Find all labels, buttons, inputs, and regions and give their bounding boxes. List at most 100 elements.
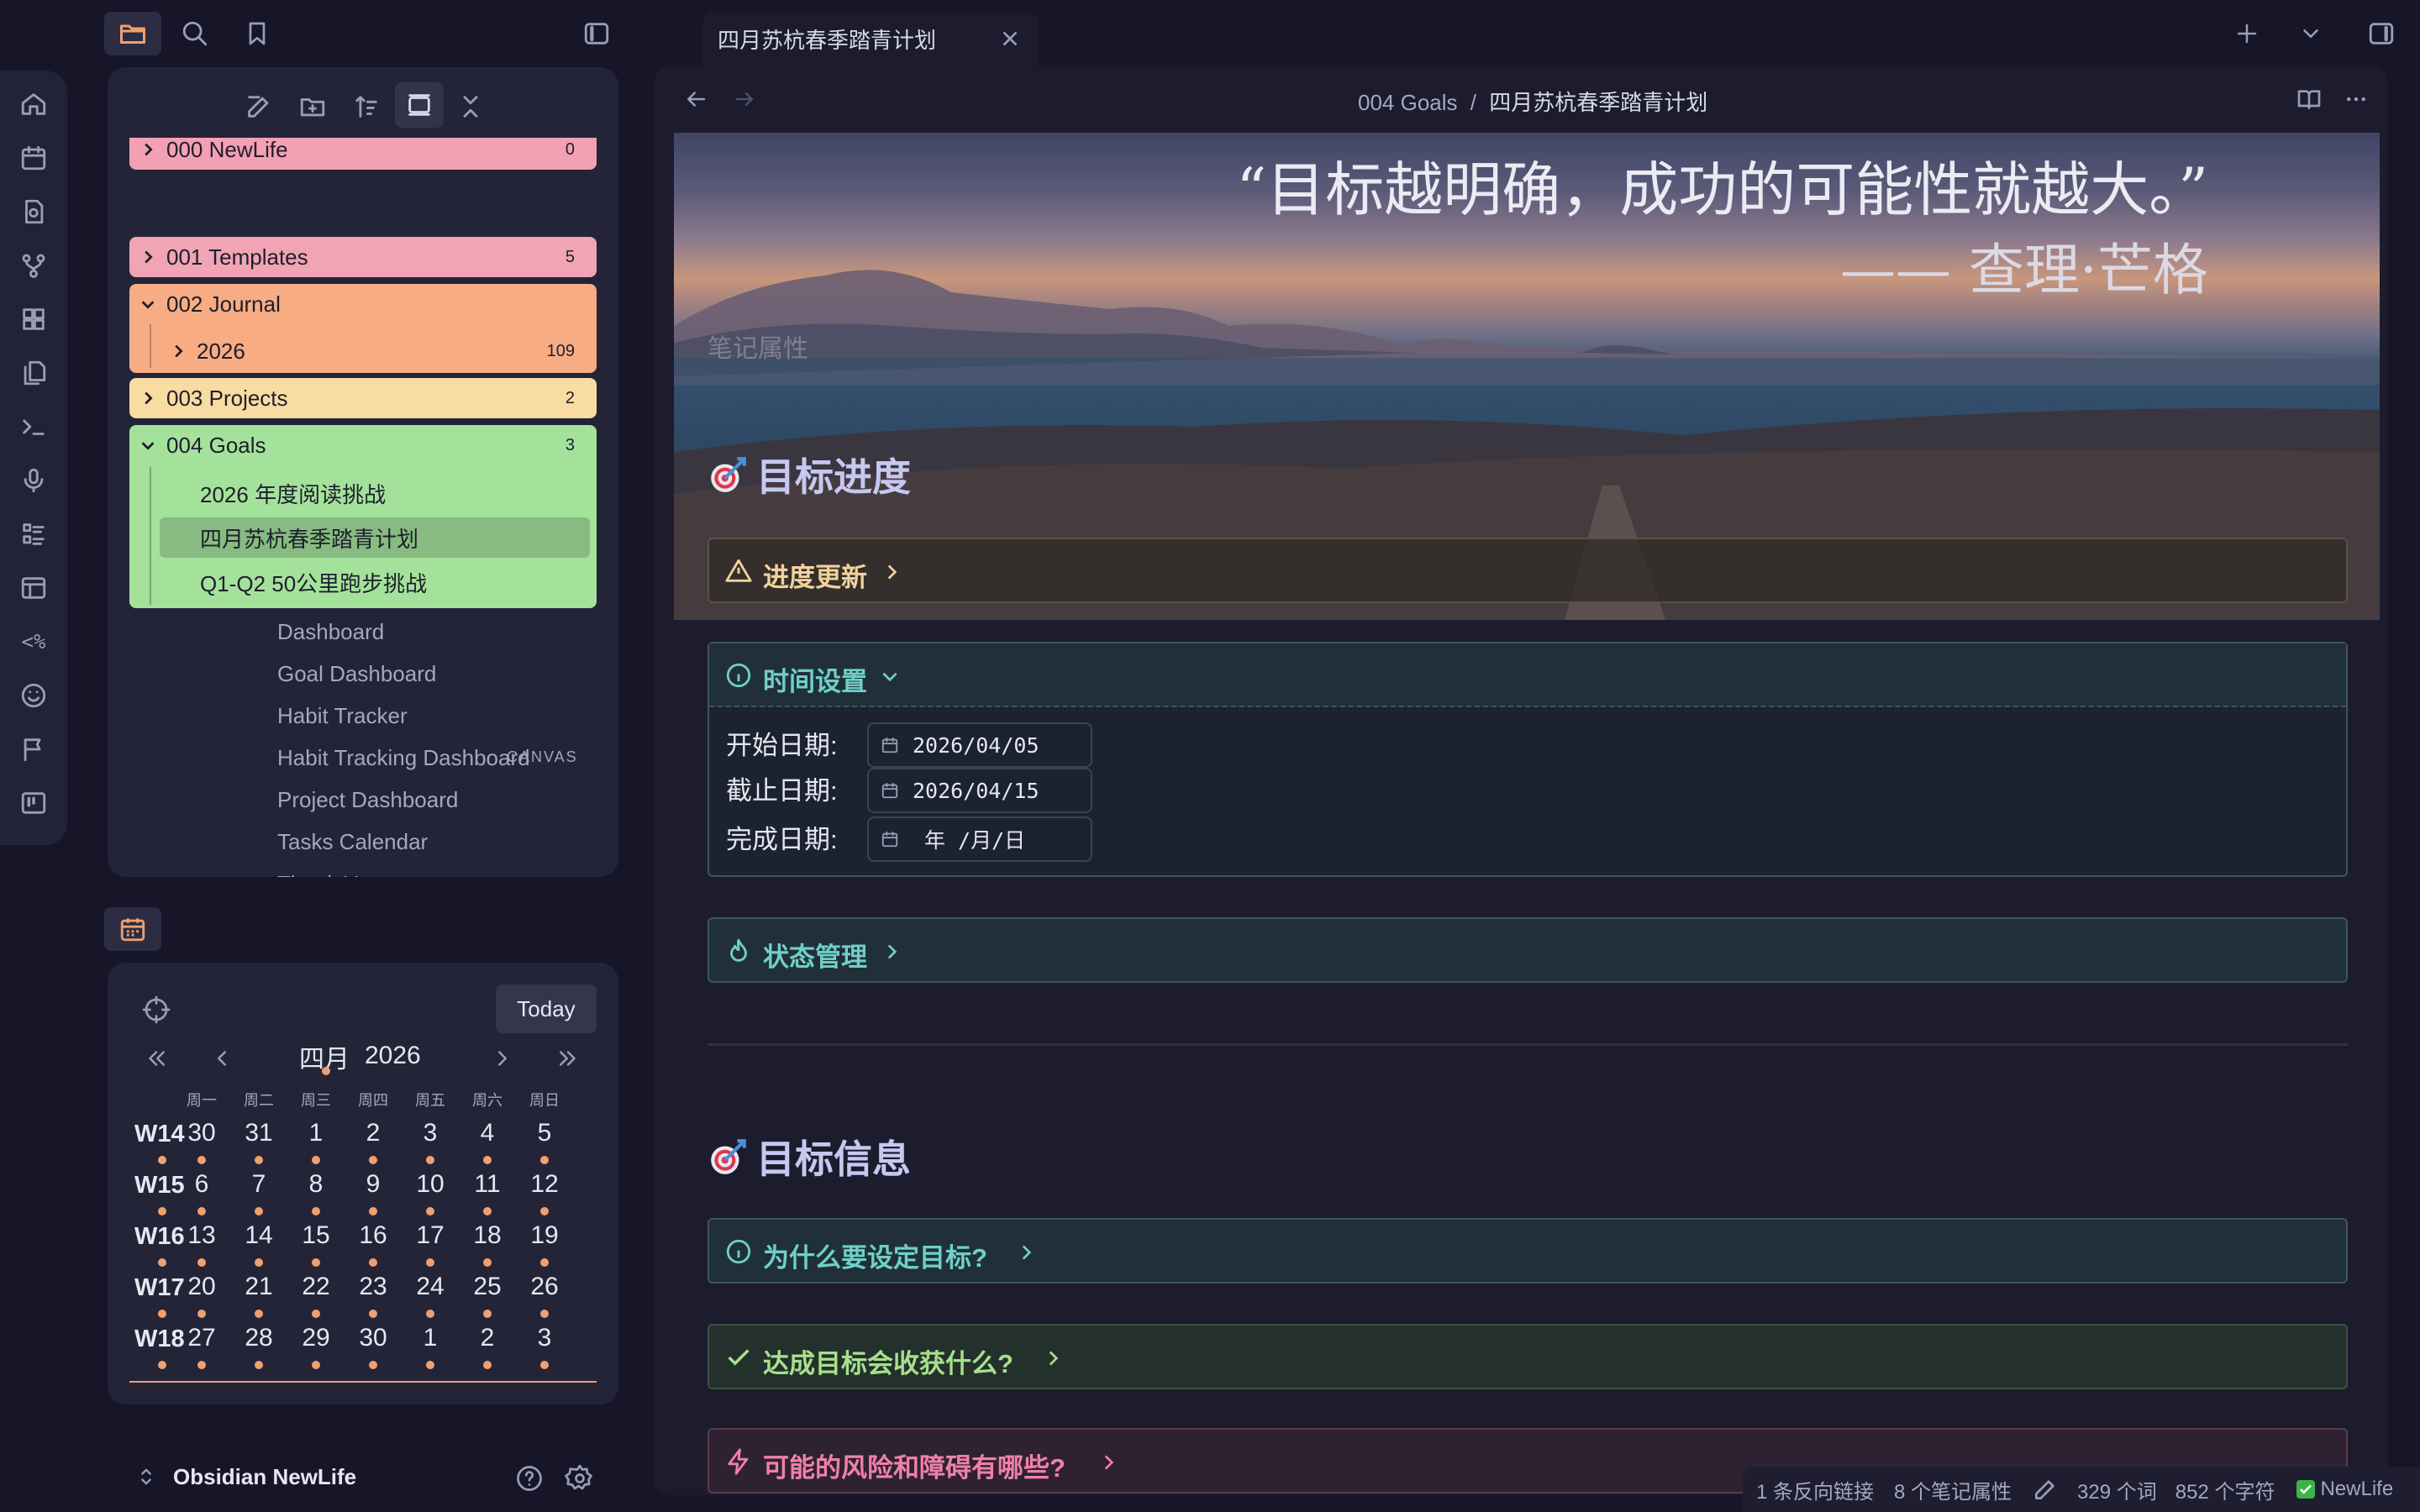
start-date-input[interactable]: 2026/04/05 xyxy=(867,722,1092,768)
callout-gain[interactable]: 达成目标会收获什么? xyxy=(708,1324,2348,1389)
sort-button[interactable] xyxy=(345,86,388,128)
calendar-day[interactable]: 25 xyxy=(462,1273,513,1301)
deadline-date-input[interactable]: 2026/04/15 xyxy=(867,768,1092,813)
file-thank-you[interactable]: Thank You xyxy=(277,863,381,878)
ribbon-layout-button[interactable] xyxy=(17,571,50,605)
toggle-right-sidebar-button[interactable] xyxy=(2363,17,2400,50)
calendar-day[interactable]: 5 xyxy=(519,1119,570,1147)
calendar-view-button[interactable] xyxy=(104,907,161,951)
nav-forward-button[interactable] xyxy=(728,82,761,116)
calendar-day[interactable]: 30 xyxy=(348,1324,398,1352)
calendar-day[interactable]: 9 xyxy=(348,1170,398,1199)
folder-000-newlife[interactable]: 000 NewLife 0 xyxy=(129,138,597,170)
ribbon-terminal-button[interactable] xyxy=(17,410,50,444)
file-habit-tracking-dashboard[interactable]: Habit Tracking Dashboard xyxy=(277,737,530,779)
vault-switcher[interactable]: Obsidian NewLife xyxy=(134,1460,356,1494)
ribbon-emoji-button[interactable] xyxy=(17,679,50,712)
ribbon-tasks-button[interactable] xyxy=(17,517,50,551)
file-goal-dashboard[interactable]: Goal Dashboard xyxy=(277,653,436,695)
new-tab-button[interactable] xyxy=(2230,17,2264,50)
new-folder-button[interactable] xyxy=(291,86,334,128)
tab-list-button[interactable] xyxy=(2294,17,2328,50)
ribbon-daily-note-button[interactable] xyxy=(17,141,50,175)
ribbon-home-button[interactable] xyxy=(17,87,50,121)
calendar-day[interactable]: 24 xyxy=(405,1273,455,1301)
calendar-day[interactable]: 4 xyxy=(462,1119,513,1147)
ribbon-kanban-button[interactable] xyxy=(17,786,50,820)
calendar-day[interactable]: 3 xyxy=(405,1119,455,1147)
calendar-day[interactable]: 27 xyxy=(176,1324,227,1352)
calendar-day[interactable]: 28 xyxy=(234,1324,284,1352)
file-goal-item[interactable]: 2026 年度阅读挑战 xyxy=(200,472,386,514)
calendar-reveal-button[interactable] xyxy=(139,993,173,1026)
pencil-icon[interactable] xyxy=(2032,1476,2059,1503)
files-view-button[interactable] xyxy=(104,12,161,55)
more-options-button[interactable] xyxy=(2339,82,2373,116)
today-button[interactable]: Today xyxy=(496,984,597,1033)
next-month-button[interactable] xyxy=(487,1043,518,1074)
help-button[interactable] xyxy=(511,1460,548,1497)
calendar-day[interactable]: 14 xyxy=(234,1221,284,1250)
calendar-day[interactable]: 19 xyxy=(519,1221,570,1250)
ribbon-graph-button[interactable] xyxy=(17,249,50,282)
status-backlinks[interactable]: 1 条反向链接 xyxy=(1756,1475,1874,1504)
calendar-day[interactable]: 18 xyxy=(462,1221,513,1250)
ribbon-templater-button[interactable]: <% xyxy=(17,625,50,659)
calendar-day[interactable]: 16 xyxy=(348,1221,398,1250)
ribbon-file-search-button[interactable] xyxy=(17,195,50,228)
calendar-day[interactable]: 17 xyxy=(405,1221,455,1250)
search-button[interactable] xyxy=(178,17,212,50)
calendar-day[interactable]: 21 xyxy=(234,1273,284,1301)
status-properties[interactable]: 8 个笔记属性 xyxy=(1894,1475,2012,1504)
settings-button[interactable] xyxy=(561,1460,598,1497)
folder-001-templates[interactable]: 001 Templates 5 xyxy=(129,237,597,277)
calendar-day[interactable]: 29 xyxy=(291,1324,341,1352)
prev-year-button[interactable] xyxy=(141,1043,171,1074)
bookmarks-button[interactable] xyxy=(240,17,274,50)
calendar-day[interactable]: 8 xyxy=(291,1170,341,1199)
callout-progress-update[interactable]: 进度更新 xyxy=(708,538,2348,603)
reading-view-button[interactable] xyxy=(2292,82,2326,116)
file-project-dashboard[interactable]: Project Dashboard xyxy=(277,779,458,821)
calendar-day[interactable]: 7 xyxy=(234,1170,284,1199)
file-goal-item[interactable]: Q1-Q2 50公里跑步挑战 xyxy=(200,561,427,603)
calendar-day[interactable]: 6 xyxy=(176,1170,227,1199)
calendar-day[interactable]: 23 xyxy=(348,1273,398,1301)
calendar-day[interactable]: 11 xyxy=(462,1170,513,1199)
nav-back-button[interactable] xyxy=(679,82,713,116)
calendar-day[interactable]: 22 xyxy=(291,1273,341,1301)
calendar-day[interactable]: 26 xyxy=(519,1273,570,1301)
callout-header[interactable]: 时间设置 xyxy=(709,643,2346,707)
calendar-day[interactable]: 2 xyxy=(462,1324,513,1352)
breadcrumb-current[interactable]: 四月苏杭春季踏青计划 xyxy=(1489,90,1707,115)
folder-002-journal[interactable]: 002 Journal xyxy=(129,284,597,324)
calendar-day[interactable]: 15 xyxy=(291,1221,341,1250)
calendar-day[interactable]: 30 xyxy=(176,1119,227,1147)
calendar-day[interactable]: 13 xyxy=(176,1221,227,1250)
callout-status-management[interactable]: 状态管理 xyxy=(708,917,2348,983)
ribbon-dashboard-button[interactable] xyxy=(17,302,50,336)
prev-month-button[interactable] xyxy=(207,1043,237,1074)
file-habit-tracker[interactable]: Habit Tracker xyxy=(277,695,408,737)
calendar-day[interactable]: 31 xyxy=(234,1119,284,1147)
calendar-day[interactable]: 1 xyxy=(405,1324,455,1352)
toggle-sidebar-button[interactable] xyxy=(578,17,615,50)
calendar-day[interactable]: 20 xyxy=(176,1273,227,1301)
calendar-day[interactable]: 12 xyxy=(519,1170,570,1199)
auto-reveal-button[interactable] xyxy=(395,82,444,128)
folder-003-projects[interactable]: 003 Projects 2 xyxy=(129,378,597,418)
tab-close-button[interactable] xyxy=(997,25,1023,52)
ribbon-record-button[interactable] xyxy=(17,464,50,497)
calendar-day[interactable]: 10 xyxy=(405,1170,455,1199)
ribbon-copy-button[interactable] xyxy=(17,356,50,390)
completion-date-input[interactable]: 年 /月/日 xyxy=(867,816,1092,862)
calendar-day[interactable]: 3 xyxy=(519,1324,570,1352)
calendar-day[interactable]: 1 xyxy=(291,1119,341,1147)
file-dashboard[interactable]: Dashboard xyxy=(277,611,384,653)
collapse-all-button[interactable] xyxy=(449,86,492,128)
file-tasks-calendar[interactable]: Tasks Calendar xyxy=(277,821,428,863)
calendar-day[interactable]: 2 xyxy=(348,1119,398,1147)
ribbon-flag-button[interactable] xyxy=(17,732,50,766)
callout-why-goal[interactable]: 为什么要设定目标? xyxy=(708,1218,2348,1284)
new-note-button[interactable] xyxy=(237,86,281,128)
